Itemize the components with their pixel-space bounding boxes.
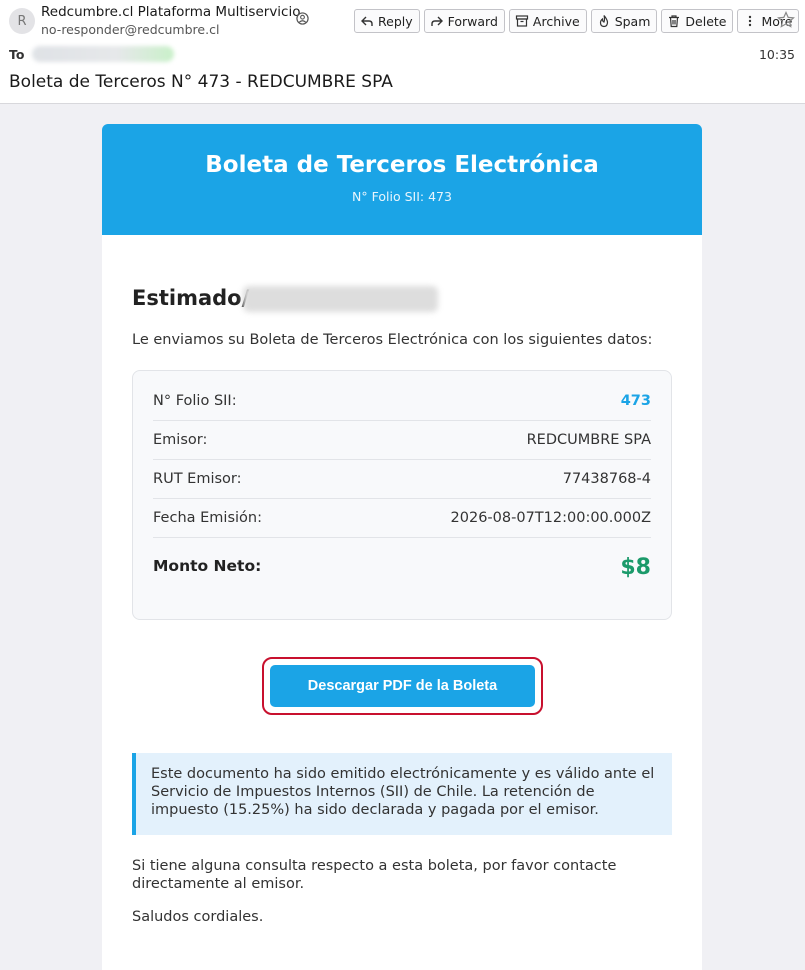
to-label: To [9, 47, 25, 62]
row-monto: Monto Neto: $8 [153, 549, 651, 605]
reply-label: Reply [378, 13, 413, 29]
closing-text: Saludos cordiales. [132, 909, 264, 925]
intro-text: Le enviamos su Boleta de Terceros Electr… [132, 332, 653, 348]
more-dots-icon [749, 15, 752, 27]
rut-label: RUT Emisor: [153, 471, 242, 487]
row-folio: N° Folio SII: 473 [153, 381, 651, 421]
folio-value: 473 [620, 392, 651, 409]
rut-value: 77438768-4 [562, 471, 651, 487]
forward-button[interactable]: Forward [423, 9, 505, 33]
fecha-label: Fecha Emisión: [153, 510, 262, 526]
folio-label: N° Folio SII: [153, 392, 237, 409]
download-pdf-button[interactable]: Descargar PDF de la Boleta [270, 665, 535, 707]
message-toolbar: Reply Forward Archive Spam Delete More [354, 9, 800, 33]
notice-text: Este documento ha sido emitido electróni… [151, 766, 655, 818]
fecha-value: 2026-08-07T12:00:00.000Z [450, 510, 651, 526]
banner-title: Boleta de Terceros Electrónica [205, 152, 599, 178]
forward-icon [430, 16, 443, 26]
email-banner: Boleta de Terceros Electrónica N° Folio … [102, 124, 702, 235]
trash-icon [669, 15, 680, 28]
monto-value: $8 [620, 555, 651, 580]
email-card: Boleta de Terceros Electrónica N° Folio … [102, 124, 702, 970]
row-emisor: Emisor: REDCUMBRE SPA [153, 421, 651, 460]
reply-icon [361, 16, 373, 26]
contact-text: Si tiene alguna consulta respecto a esta… [132, 858, 617, 892]
star-icon[interactable] [777, 11, 795, 29]
notice-box: Este documento ha sido emitido electróni… [132, 753, 672, 835]
emisor-value: REDCUMBRE SPA [526, 432, 651, 448]
reply-button[interactable]: Reply [354, 9, 420, 33]
message-time: 10:35 [758, 47, 795, 62]
recipient-redacted [32, 46, 174, 62]
sender-name[interactable]: Redcumbre.cl Plataforma Multiservicio [41, 4, 301, 20]
delete-label: Delete [685, 13, 727, 29]
row-fecha: Fecha Emisión: 2026-08-07T12:00:00.000Z [153, 499, 651, 538]
row-rut: RUT Emisor: 77438768-4 [153, 460, 651, 499]
delete-button[interactable]: Delete [661, 9, 734, 33]
spam-label: Spam [614, 13, 651, 29]
emisor-label: Emisor: [153, 432, 208, 448]
archive-button[interactable]: Archive [508, 9, 587, 33]
archive-label: Archive [532, 13, 580, 29]
sender-email[interactable]: no-responder@redcumbre.cl [41, 22, 219, 37]
greeting: Estimado/ [132, 286, 250, 310]
sender-avatar: R [9, 8, 35, 34]
message-header: R Redcumbre.cl Plataforma Multiservicio … [0, 0, 805, 104]
monto-label: Monto Neto: [153, 557, 262, 575]
forward-label: Forward [447, 13, 498, 29]
banner-folio: N° Folio SII: 473 [352, 189, 452, 204]
message-subject: Boleta de Terceros N° 473 - REDCUMBRE SP… [9, 72, 393, 92]
spam-flame-icon [599, 15, 608, 28]
contact-icon[interactable] [296, 12, 309, 25]
archive-icon [515, 15, 529, 27]
details-box: N° Folio SII: 473 Emisor: REDCUMBRE SPA … [132, 370, 672, 620]
spam-button[interactable]: Spam [590, 9, 658, 33]
recipient-name-redacted [243, 286, 438, 312]
